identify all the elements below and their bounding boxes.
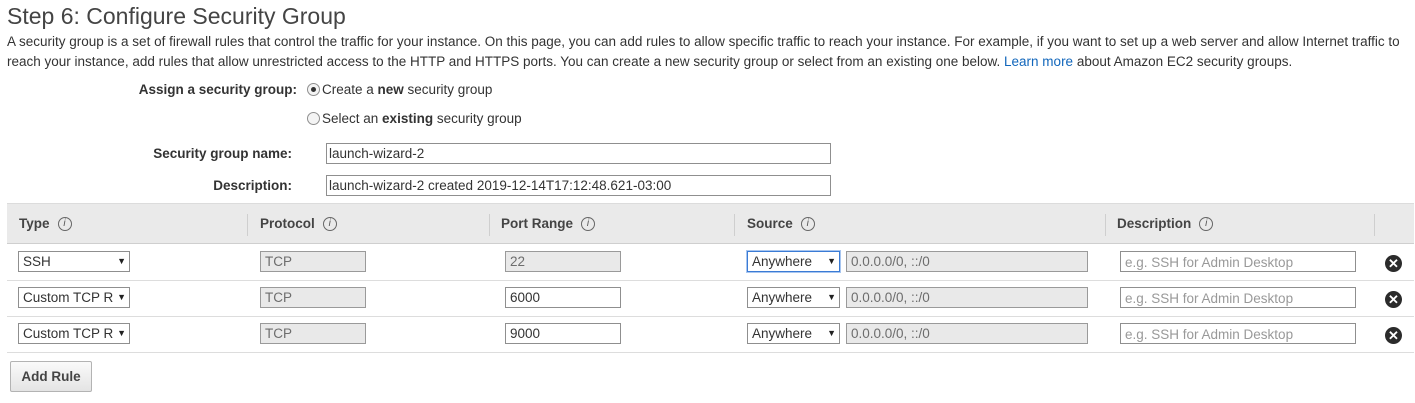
type-select[interactable]: SSH ▼ xyxy=(18,251,130,272)
column-divider xyxy=(247,214,248,236)
create-new-option[interactable]: Create a new security group xyxy=(307,82,492,97)
column-divider xyxy=(1374,214,1375,236)
header-description: Description i xyxy=(1117,216,1214,231)
info-icon[interactable]: i xyxy=(581,216,596,231)
column-divider xyxy=(1105,214,1106,236)
dropdown-arrow-icon: ▼ xyxy=(827,256,836,266)
port-range-input[interactable]: 6000 xyxy=(505,287,621,308)
header-protocol: Protocol i xyxy=(260,216,337,231)
dropdown-arrow-icon: ▼ xyxy=(117,256,126,266)
rules-table-header: Type i Protocol i Port Range i Source i Desc… xyxy=(7,203,1414,244)
dropdown-arrow-icon: ▼ xyxy=(117,328,126,338)
source-select[interactable]: Anywhere ▼ xyxy=(747,251,840,272)
rule-description-input[interactable] xyxy=(1120,323,1356,344)
rule-description-input[interactable] xyxy=(1120,287,1356,308)
header-type-label: Type xyxy=(19,216,50,231)
info-icon[interactable]: i xyxy=(57,216,72,231)
create-new-radio[interactable] xyxy=(307,83,320,96)
row-divider xyxy=(7,316,1414,317)
dropdown-arrow-icon: ▼ xyxy=(827,292,836,302)
source-cidr-field: 0.0.0.0/0, ::/0 xyxy=(846,287,1088,308)
select-existing-radio[interactable] xyxy=(307,112,320,125)
info-icon[interactable]: i xyxy=(322,216,337,231)
source-select-value: Anywhere xyxy=(752,254,813,269)
info-icon[interactable]: i xyxy=(1199,216,1214,231)
dropdown-arrow-icon: ▼ xyxy=(117,292,126,302)
info-icon[interactable]: i xyxy=(800,216,815,231)
remove-rule-icon[interactable]: ✕ xyxy=(1385,327,1402,344)
select-existing-suffix: security group xyxy=(433,111,522,126)
description-label: Description: xyxy=(213,178,292,193)
source-cidr-field: 0.0.0.0/0, ::/0 xyxy=(846,323,1088,344)
source-cidr-field: 0.0.0.0/0, ::/0 xyxy=(846,251,1088,272)
select-existing-option[interactable]: Select an existing security group xyxy=(307,111,522,126)
port-range-field: 22 xyxy=(505,251,621,272)
type-select[interactable]: Custom TCP R ▼ xyxy=(18,287,130,308)
select-existing-bold: existing xyxy=(382,111,434,126)
security-group-name-label: Security group name: xyxy=(153,146,292,161)
source-select-value: Anywhere xyxy=(752,326,813,341)
description-input[interactable]: launch-wizard-2 created 2019-12-14T17:12… xyxy=(326,175,831,196)
assign-security-group-label: Assign a security group: xyxy=(138,82,297,97)
type-select-value: Custom TCP R xyxy=(23,326,114,341)
dropdown-arrow-icon: ▼ xyxy=(827,328,836,338)
header-port-range: Port Range i xyxy=(501,216,596,231)
row-divider xyxy=(7,280,1414,281)
row-divider xyxy=(7,352,1414,353)
rule-description-input[interactable] xyxy=(1120,251,1356,272)
source-select-value: Anywhere xyxy=(752,290,813,305)
create-new-prefix: Create a xyxy=(322,82,378,97)
intro-text: A security group is a set of firewall ru… xyxy=(7,32,1412,72)
protocol-field: TCP xyxy=(260,251,366,272)
page-title: Step 6: Configure Security Group xyxy=(7,3,346,29)
header-port-range-label: Port Range xyxy=(501,216,574,231)
remove-rule-icon[interactable]: ✕ xyxy=(1385,291,1402,308)
add-rule-button[interactable]: Add Rule xyxy=(10,361,92,392)
intro-text-end: about Amazon EC2 security groups. xyxy=(1076,54,1293,69)
column-divider xyxy=(734,214,735,236)
create-new-bold: new xyxy=(377,82,404,97)
header-type: Type i xyxy=(19,216,72,231)
header-source-label: Source xyxy=(747,216,793,231)
source-select[interactable]: Anywhere ▼ xyxy=(747,323,840,344)
learn-more-link[interactable]: Learn more xyxy=(1004,54,1073,69)
port-range-input[interactable]: 9000 xyxy=(505,323,621,344)
create-new-suffix: security group xyxy=(403,82,493,97)
type-select-value: Custom TCP R xyxy=(23,290,114,305)
header-protocol-label: Protocol xyxy=(260,216,315,231)
type-select-value: SSH xyxy=(23,254,51,269)
type-select[interactable]: Custom TCP R ▼ xyxy=(18,323,130,344)
header-description-label: Description xyxy=(1117,216,1192,231)
protocol-field: TCP xyxy=(260,323,366,344)
column-divider xyxy=(489,214,490,236)
protocol-field: TCP xyxy=(260,287,366,308)
remove-rule-icon[interactable]: ✕ xyxy=(1385,255,1402,272)
source-select[interactable]: Anywhere ▼ xyxy=(747,287,840,308)
header-source: Source i xyxy=(747,216,815,231)
select-existing-prefix: Select an xyxy=(322,111,383,126)
security-group-name-input[interactable]: launch-wizard-2 xyxy=(326,143,831,164)
